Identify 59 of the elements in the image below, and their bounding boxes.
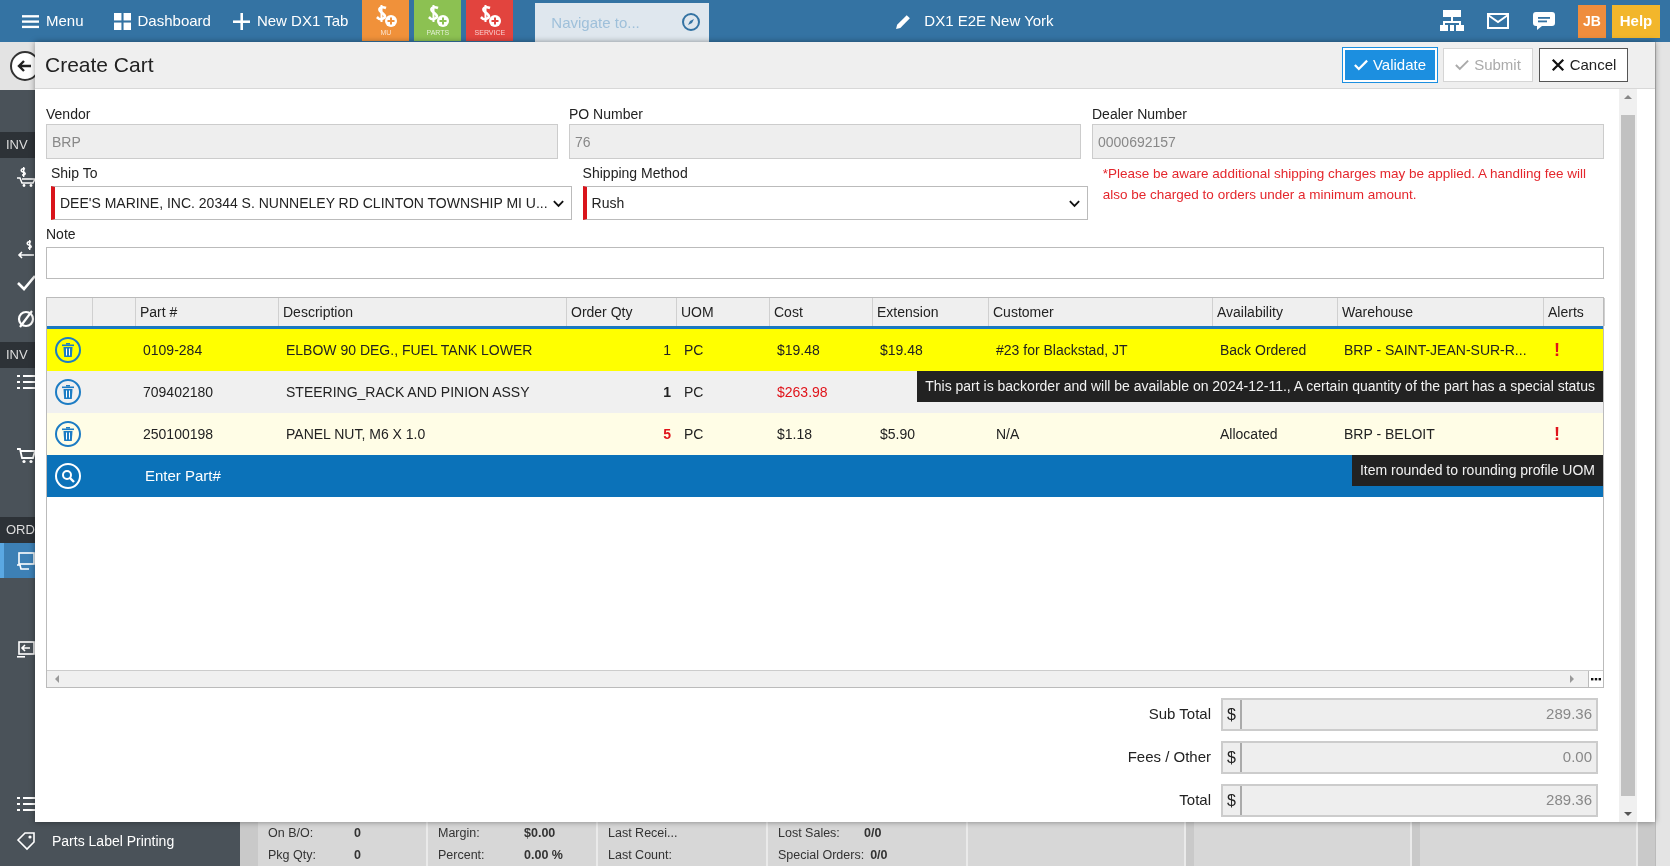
field-label: PO Number	[569, 105, 644, 124]
table-cell-text: $19.48	[776, 340, 821, 360]
total-value: 0.00	[1242, 743, 1596, 772]
table-cell-text: 709402180	[142, 382, 215, 402]
table-cell-text: PC	[683, 424, 705, 444]
table-cell-text: $263.98	[776, 382, 829, 402]
currency-addon: $	[1223, 743, 1242, 772]
total-label: Sub Total	[1148, 704, 1211, 725]
field-label: Vendor	[46, 105, 92, 124]
table-cell-text: Back Ordered	[1219, 340, 1308, 360]
info-value: 0.00 %	[524, 846, 563, 864]
table-cell-text: 250100198	[142, 424, 215, 444]
info-label: Last Count:	[608, 846, 673, 864]
table-cell-text: PC	[683, 340, 705, 360]
table-cell-text: PC	[683, 382, 705, 402]
table-cell-text: N/A	[995, 424, 1021, 444]
workspace-title: DX1 E2E New York	[924, 10, 1054, 31]
total-label: Total	[1179, 790, 1211, 811]
field-label: Ship To	[50, 164, 99, 183]
field-label: Dealer Number	[1092, 105, 1188, 124]
tooltip: This part is backorder and will be available on 2024-12-11., A certain quantity of the part has a special status	[917, 371, 1603, 402]
currency-addon: $	[1223, 700, 1242, 729]
info-label: On B/O:	[268, 824, 315, 842]
alert-mark: !	[1553, 422, 1561, 446]
alert-mark: !	[1553, 338, 1561, 362]
table-cell-text: STEERING_RACK AND PINION ASSY	[285, 382, 531, 402]
field-label: Shipping Method	[582, 164, 689, 183]
info-label: Margin:	[438, 824, 481, 842]
table-cell-text: 0109-284	[142, 340, 204, 360]
table-cell-text: Allocated	[1219, 424, 1279, 444]
info-value: 0/0	[870, 846, 888, 864]
tooltip: Item rounded to rounding profile UOM	[1352, 455, 1603, 486]
table-cell-text: 1	[662, 340, 672, 360]
info-label: Pkg Qty:	[268, 846, 317, 864]
info-label: Lost Sales:	[778, 824, 841, 842]
info-value: 0	[354, 824, 361, 842]
table-cell-text: $1.18	[776, 424, 814, 444]
table-cell-text: BRP - BELOIT	[1343, 424, 1436, 444]
table-cell-text: 1	[662, 382, 672, 402]
table-cell-text: ELBOW 90 DEG., FUEL TANK LOWER	[285, 340, 534, 360]
shipping-notice: *Please be aware additional shipping charges may be applied. A handling fee will also be charged to orders under a minimum amount.	[1101, 165, 1588, 204]
dialog-title: Create Cart	[45, 52, 154, 79]
info-label: Special Orders:	[778, 846, 865, 864]
info-label: Percent:	[438, 846, 486, 864]
table-cell-text: 5	[662, 424, 672, 444]
field-label: Note	[46, 225, 77, 244]
table-cell-text: BRP - SAINT-JEAN-SUR-R...	[1343, 340, 1528, 360]
table-cell-text: $5.90	[879, 424, 917, 444]
total-value: 289.36	[1242, 786, 1596, 815]
info-value: 0	[354, 846, 361, 864]
currency-addon: $	[1223, 786, 1242, 815]
info-value: 0/0	[864, 824, 882, 842]
info-label: Last Recei...	[608, 824, 679, 842]
table-cell-text: PANEL NUT, M6 X 1.0	[285, 424, 427, 444]
table-cell-text: #23 for Blackstad, JT	[995, 340, 1129, 360]
total-label: Fees / Other	[1127, 747, 1211, 768]
info-value: $0.00	[524, 824, 556, 842]
table-cell-text: $19.48	[879, 340, 924, 360]
total-value: 289.36	[1242, 700, 1596, 729]
